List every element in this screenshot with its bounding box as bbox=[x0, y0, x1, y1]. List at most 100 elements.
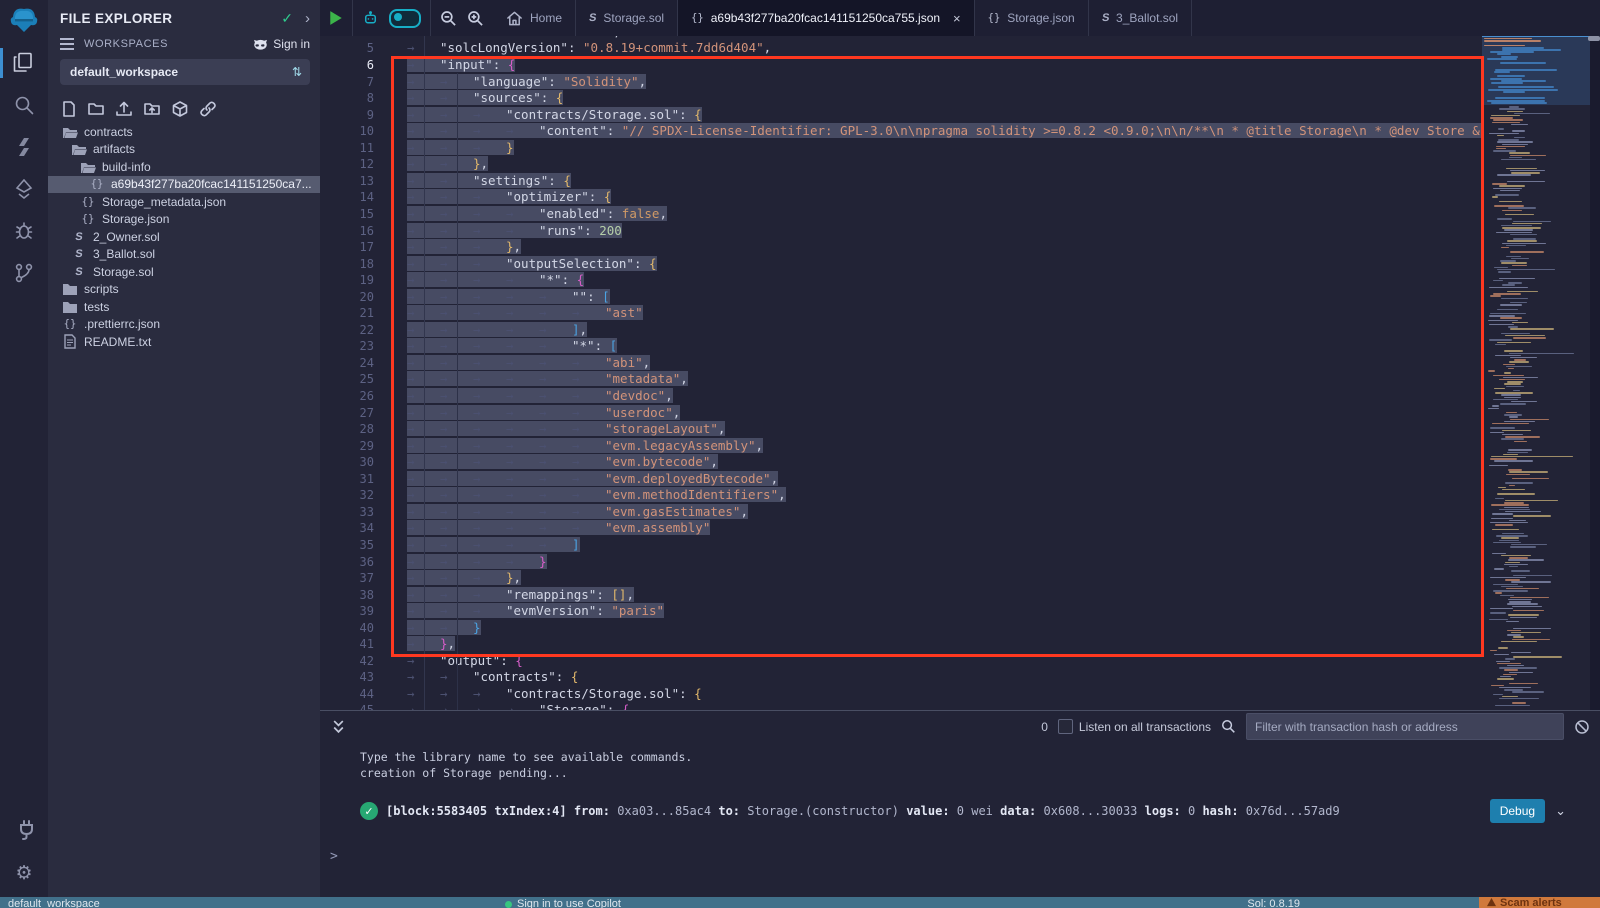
transaction-filter-input[interactable]: Filter with transaction hash or address bbox=[1246, 713, 1564, 740]
ai-toggle[interactable] bbox=[389, 9, 421, 28]
settings-icon[interactable]: ⚙ bbox=[0, 852, 48, 894]
scam-alerts-button[interactable]: Scam alerts bbox=[1479, 897, 1600, 908]
minimap-line bbox=[1493, 375, 1524, 376]
tab-whitespace: → bbox=[506, 388, 539, 405]
tab-whitespace: → bbox=[473, 388, 506, 405]
new-folder-icon[interactable] bbox=[88, 101, 105, 117]
tree-item-contracts[interactable]: contracts bbox=[48, 123, 320, 141]
tree-item-tests[interactable]: tests bbox=[48, 298, 320, 316]
tab-a69b43f277ba20fcac141151250ca755-json[interactable]: {}a69b43f277ba20fcac141151250ca755.json× bbox=[678, 0, 975, 36]
chevron-right-icon[interactable]: › bbox=[305, 10, 310, 27]
minimap-line bbox=[1513, 628, 1552, 629]
minimap[interactable] bbox=[1482, 36, 1590, 710]
zoom-in-icon[interactable] bbox=[467, 10, 484, 27]
transaction-row[interactable]: ✓ [block:5583405 txIndex:4] from: 0xa03.… bbox=[360, 799, 1580, 823]
minimap-line bbox=[1511, 401, 1537, 402]
code-line-20: →→→→→"": [ bbox=[407, 289, 610, 306]
json-file-icon: {} bbox=[988, 12, 1001, 24]
workspaces-row: WORKSPACES Sign in bbox=[48, 33, 320, 57]
remix-ide-window: ⚙ FILE EXPLORER ✓ › WORKSPACES Sign in d… bbox=[0, 0, 1600, 908]
tree-item-storage-sol[interactable]: SStorage.sol bbox=[48, 263, 320, 281]
tree-item-readme-txt[interactable]: README.txt bbox=[48, 333, 320, 351]
ai-assistant-icon[interactable] bbox=[362, 10, 379, 27]
tab-storage-json[interactable]: {}Storage.json bbox=[975, 0, 1089, 36]
terminal-prompt[interactable]: > bbox=[330, 849, 338, 864]
tab-whitespace: → bbox=[473, 355, 506, 372]
run-script-icon[interactable] bbox=[329, 10, 343, 26]
minimap-line bbox=[1496, 661, 1510, 662]
minimap-line bbox=[1504, 689, 1523, 690]
tab-home[interactable]: Home bbox=[493, 0, 576, 36]
tree-item--prettierrc-json[interactable]: {}.prettierrc.json bbox=[48, 316, 320, 334]
tree-item-build-info[interactable]: build-info bbox=[48, 158, 320, 176]
code-line-10: →→→→"content": "// SPDX-License-Identifi… bbox=[407, 123, 1600, 140]
solidity-compiler-icon[interactable] bbox=[0, 126, 48, 168]
minimap-line bbox=[1500, 317, 1521, 318]
tree-item-2-owner-sol[interactable]: S2_Owner.sol bbox=[48, 228, 320, 246]
sign-in-button[interactable]: Sign in bbox=[253, 37, 310, 51]
tree-item-a69b43f277ba20fcac141151250ca7-[interactable]: {}a69b43f277ba20fcac141151250ca7... bbox=[48, 176, 320, 194]
minimap-line bbox=[1505, 562, 1520, 563]
tree-item-storage-json[interactable]: {}Storage.json bbox=[48, 211, 320, 229]
new-file-icon[interactable] bbox=[62, 101, 77, 117]
tab-whitespace: → bbox=[506, 123, 539, 140]
tree-item-storage-metadata-json[interactable]: {}Storage_metadata.json bbox=[48, 193, 320, 211]
debugger-icon[interactable] bbox=[0, 210, 48, 252]
zoom-out-icon[interactable] bbox=[440, 10, 457, 27]
plugin-manager-icon[interactable] bbox=[0, 810, 48, 852]
upload-folder-icon[interactable] bbox=[144, 101, 161, 117]
minimap-line bbox=[1510, 328, 1554, 329]
remix-logo-icon[interactable] bbox=[0, 0, 48, 42]
status-workspace[interactable]: default_workspace bbox=[8, 898, 100, 908]
code-line-21: →→→→→→"ast" bbox=[407, 305, 643, 322]
workspace-select[interactable]: default_workspace ⇅ bbox=[60, 59, 310, 85]
tx-expand-icon[interactable]: ⌄ bbox=[1555, 803, 1566, 819]
minimap-line bbox=[1513, 337, 1547, 338]
tab-whitespace: → bbox=[506, 421, 539, 438]
debug-button[interactable]: Debug bbox=[1490, 799, 1545, 823]
minimap-line bbox=[1510, 234, 1537, 235]
hamburger-icon[interactable] bbox=[60, 38, 74, 50]
listen-checkbox[interactable] bbox=[1058, 719, 1073, 734]
minimap-line bbox=[1511, 632, 1541, 633]
expand-terminal-icon[interactable] bbox=[332, 720, 345, 734]
tab-whitespace: → bbox=[473, 537, 506, 554]
upload-file-icon[interactable] bbox=[116, 101, 133, 117]
folder-open-icon bbox=[62, 125, 78, 139]
code-editor[interactable]: 4→"solcVersion": "0.8.19",5→"solcLongVer… bbox=[320, 36, 1600, 710]
vertical-scrollbar[interactable] bbox=[1590, 36, 1600, 710]
git-icon[interactable] bbox=[0, 252, 48, 294]
minimap-line bbox=[1496, 232, 1532, 233]
link-icon[interactable] bbox=[200, 101, 217, 117]
tab-whitespace: → bbox=[473, 305, 506, 322]
tab-label: a69b43f277ba20fcac141151250ca755.json bbox=[711, 11, 940, 25]
scrollbar-thumb[interactable] bbox=[1588, 36, 1600, 41]
minimap-line bbox=[1497, 309, 1517, 310]
deploy-run-icon[interactable] bbox=[0, 168, 48, 210]
minimap-line bbox=[1490, 117, 1512, 118]
search-icon[interactable] bbox=[0, 84, 48, 126]
tree-item-artifacts[interactable]: artifacts bbox=[48, 141, 320, 159]
code-line-5: →"solcLongVersion": "0.8.19+commit.7dd6d… bbox=[407, 40, 771, 57]
minimap-line bbox=[1493, 694, 1503, 695]
tab-whitespace: → bbox=[572, 405, 605, 422]
clear-console-icon[interactable] bbox=[1574, 719, 1590, 735]
tab-whitespace: → bbox=[572, 454, 605, 471]
file-explorer-icon[interactable] bbox=[0, 42, 48, 84]
tree-item-3-ballot-sol[interactable]: S3_Ballot.sol bbox=[48, 246, 320, 264]
tab-whitespace: → bbox=[539, 454, 572, 471]
minimap-line bbox=[1509, 361, 1530, 362]
close-icon[interactable]: × bbox=[953, 11, 961, 26]
ipfs-box-icon[interactable] bbox=[172, 101, 189, 117]
tab-3-ballot-sol[interactable]: S3_Ballot.sol bbox=[1089, 0, 1192, 36]
tab-label: Storage.sol bbox=[603, 11, 664, 25]
minimap-line bbox=[1493, 150, 1515, 151]
tab-whitespace: → bbox=[572, 487, 605, 504]
minimap-line bbox=[1494, 267, 1508, 268]
line-number: 45 bbox=[320, 702, 374, 710]
minimap-line bbox=[1507, 381, 1523, 382]
status-copilot[interactable]: Sign in to use Copilot bbox=[505, 898, 621, 908]
listen-all-transactions[interactable]: Listen on all transactions bbox=[1058, 719, 1211, 734]
tree-item-scripts[interactable]: scripts bbox=[48, 281, 320, 299]
tab-storage-sol[interactable]: SStorage.sol bbox=[576, 0, 678, 36]
